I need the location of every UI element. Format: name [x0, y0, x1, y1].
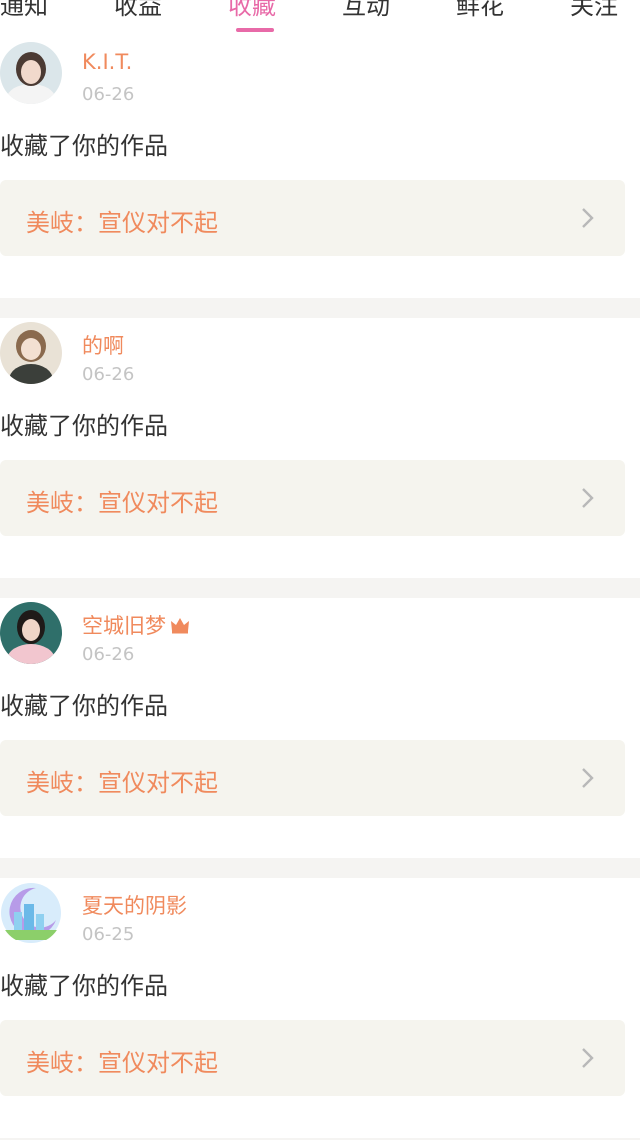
tab-interactions[interactable]: 互动: [342, 0, 390, 21]
tab-earnings[interactable]: 收益: [114, 0, 162, 21]
chevron-right-icon: [582, 488, 594, 508]
tab-favorites[interactable]: 收藏: [228, 0, 276, 21]
tab-notifications[interactable]: 通知: [0, 0, 48, 21]
timestamp: 06-26: [82, 644, 135, 665]
chevron-right-icon: [582, 1048, 594, 1068]
timestamp: 06-25: [82, 924, 135, 945]
username[interactable]: 的啊: [82, 330, 124, 360]
work-title: 美岐：宣仪对不起: [26, 769, 218, 797]
work-title: 美岐：宣仪对不起: [26, 209, 218, 237]
action-text: 收藏了你的作品: [0, 692, 168, 720]
avatar[interactable]: [0, 42, 62, 104]
action-text: 收藏了你的作品: [0, 972, 168, 1000]
work-link[interactable]: 美岐：宣仪对不起: [0, 1020, 625, 1096]
list-item: K.I.T. 06-26 收藏了你的作品 美岐：宣仪对不起: [0, 38, 640, 298]
avatar[interactable]: [0, 322, 62, 384]
crown-icon: [171, 618, 189, 634]
tab-follows[interactable]: 关注: [570, 0, 618, 21]
timestamp: 06-26: [82, 84, 135, 105]
tab-bar: 通知 收益 收藏 互动 鲜花 关注: [0, 0, 640, 38]
avatar[interactable]: [0, 882, 62, 944]
avatar[interactable]: [0, 602, 62, 664]
action-text: 收藏了你的作品: [0, 412, 168, 440]
action-text: 收藏了你的作品: [0, 132, 168, 160]
work-link[interactable]: 美岐：宣仪对不起: [0, 460, 625, 536]
work-link[interactable]: 美岐：宣仪对不起: [0, 740, 625, 816]
tab-flowers[interactable]: 鲜花: [456, 0, 504, 21]
work-link[interactable]: 美岐：宣仪对不起: [0, 180, 625, 256]
username[interactable]: 夏天的阴影: [82, 890, 187, 920]
work-title: 美岐：宣仪对不起: [26, 489, 218, 517]
username[interactable]: 空城旧梦: [82, 610, 190, 640]
timestamp: 06-26: [82, 364, 135, 385]
chevron-right-icon: [582, 208, 594, 228]
list-item: 夏天的阴影 06-25 收藏了你的作品 美岐：宣仪对不起: [0, 878, 640, 1138]
list-item: 空城旧梦 06-26 收藏了你的作品 美岐：宣仪对不起: [0, 598, 640, 858]
username[interactable]: K.I.T.: [82, 50, 132, 74]
chevron-right-icon: [582, 768, 594, 788]
active-tab-indicator: [236, 28, 274, 32]
list-item: 的啊 06-26 收藏了你的作品 美岐：宣仪对不起: [0, 318, 640, 578]
work-title: 美岐：宣仪对不起: [26, 1049, 218, 1077]
